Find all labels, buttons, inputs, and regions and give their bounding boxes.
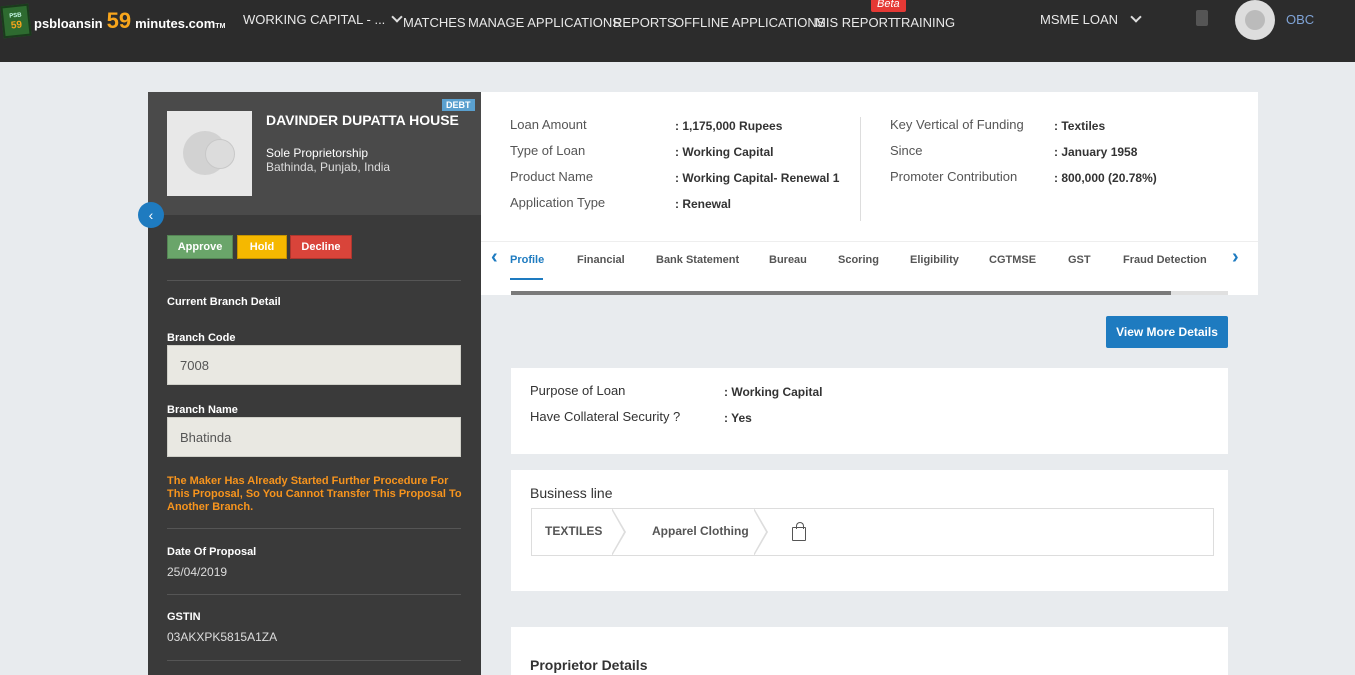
branch-section-title: Current Branch Detail [167,296,281,308]
nav-offline-applications[interactable]: OFFLINE APPLICATIONS [674,15,825,30]
tabs-scrollbar[interactable] [511,291,1228,295]
purpose-value: : Working Capital [724,385,823,399]
loan-type-label: MSME LOAN [1040,12,1119,27]
tab-financial[interactable]: Financial [577,254,625,266]
key-vertical-row: Key Vertical of Funding [890,117,1024,132]
transfer-warning: The Maker Has Already Started Further Pr… [167,475,462,513]
gstin-label: GSTIN [167,611,201,623]
tab-profile[interactable]: Profile [510,254,544,266]
chevron-left-icon[interactable]: ‹ [491,246,498,269]
company-type: Sole Proprietorship [266,146,369,160]
purpose-panel: Purpose of Loan : Working Capital Have C… [511,368,1228,454]
promoter-contribution-row: Promoter Contribution [890,169,1018,184]
divider [167,280,461,281]
business-line-breadcrumb: TEXTILES Apparel Clothing [531,508,1214,556]
divider [167,528,461,529]
loan-type-row: Type of Loan [510,143,586,158]
loan-summary-card: Loan Amount : 1,175,000 Rupees Type of L… [481,92,1258,295]
chevron-right-icon[interactable]: › [1232,246,1239,269]
promoter-contribution-value: : 800,000 (20.78%) [1054,171,1157,185]
tabs-bar [481,241,1258,295]
tab-eligibility[interactable]: Eligibility [910,254,959,266]
top-navbar: PSB 59 psbloansin 59 minutes.com TM WORKI… [0,0,1355,62]
company-name: DAVINDER DUPATTA HOUSE [266,112,459,128]
proposal-date-value: 25/04/2019 [167,565,228,579]
branch-code-field[interactable]: 7008 [167,345,461,385]
proposal-date-label: Date Of Proposal [167,546,257,558]
business-line-title: Business line [530,485,613,501]
since-value: : January 1958 [1054,145,1138,159]
collateral-label: Have Collateral Security ? [530,409,681,424]
tab-bank-statement[interactable]: Bank Statement [656,254,739,266]
loan-amount-value: : 1,175,000 Rupees [675,119,783,133]
logo-text: psbloansin 59 minutes.com TM [34,8,226,33]
business-line-panel: Business line TEXTILES Apparel Clothing [511,470,1228,591]
avatar[interactable] [1235,0,1275,40]
debt-badge: DEBT [442,99,475,111]
tab-fraud-detection[interactable]: Fraud Detection [1123,254,1207,266]
since-row: Since [890,143,923,158]
collateral-value: : Yes [724,411,752,425]
calculator-icon[interactable] [1196,10,1208,26]
product-dropdown-label: WORKING CAPITAL - ... [243,12,386,27]
chevron-down-icon [391,11,403,23]
branch-code-label: Branch Code [167,332,236,344]
nav-training[interactable]: TRAINING [893,15,955,30]
divider [167,660,461,661]
key-vertical-value: : Textiles [1054,119,1106,133]
tabs-scrollbar-thumb[interactable] [511,291,1171,295]
divider [860,117,861,221]
product-name-value: : Working Capital- Renewal 1 [675,171,840,185]
product-name-row: Product Name [510,169,594,184]
tab-scoring[interactable]: Scoring [838,254,879,266]
beta-badge: Beta [871,0,906,12]
proprietor-title: Proprietor Details [530,657,648,673]
branch-name-field[interactable]: Bhatinda [167,417,461,457]
breadcrumb-separator [753,508,768,556]
breadcrumb-separator [611,508,626,556]
logo[interactable]: PSB 59 psbloansin 59 minutes.com TM [0,3,226,39]
company-location: Bathinda, Punjab, India [266,160,391,174]
applicant-sidebar: DEBT DAVINDER DUPATTA HOUSE Sole Proprie… [148,92,481,675]
tab-gst[interactable]: GST [1068,254,1091,266]
bank-name[interactable]: OBC [1286,12,1314,27]
divider [167,594,461,595]
proprietor-panel: Proprietor Details [511,627,1228,675]
shopping-bag-icon [792,522,806,541]
tab-bureau[interactable]: Bureau [769,254,807,266]
nav-reports[interactable]: REPORTS [613,15,676,30]
hold-button[interactable]: Hold [237,235,287,259]
approve-button[interactable]: Approve [167,235,233,259]
nav-matches[interactable]: MATCHES [403,15,466,30]
decline-button[interactable]: Decline [290,235,352,259]
applicant-header: DEBT DAVINDER DUPATTA HOUSE Sole Proprie… [148,92,481,215]
branch-name-label: Branch Name [167,404,238,416]
view-more-details-button[interactable]: View More Details [1106,316,1228,348]
logo-badge: PSB 59 [0,3,32,39]
nav-manage-applications[interactable]: MANAGE APPLICATIONS [468,15,621,30]
nav-mis-report[interactable]: MIS REPORT [815,15,896,30]
chevron-left-icon[interactable]: ‹ [138,202,164,228]
purpose-label: Purpose of Loan [530,383,626,398]
business-line-item[interactable]: Apparel Clothing [652,524,749,538]
application-type-value: : Renewal [675,197,732,211]
loan-amount-label: Loan Amount [510,117,587,132]
tab-cgtmse[interactable]: CGTMSE [989,254,1036,266]
loan-type-dropdown[interactable]: MSME LOAN [1040,11,1142,27]
application-type-row: Application Type [510,195,606,210]
business-line-item[interactable]: TEXTILES [545,524,602,538]
loan-amount-row: Loan Amount [510,117,587,132]
chevron-down-icon [1130,11,1142,23]
loan-type-value: : Working Capital [675,145,774,159]
gstin-value: 03AKXPK5815A1ZA [167,630,278,644]
product-dropdown[interactable]: WORKING CAPITAL - ... [243,11,403,27]
profile-image [167,111,252,196]
active-tab-indicator [510,278,543,280]
